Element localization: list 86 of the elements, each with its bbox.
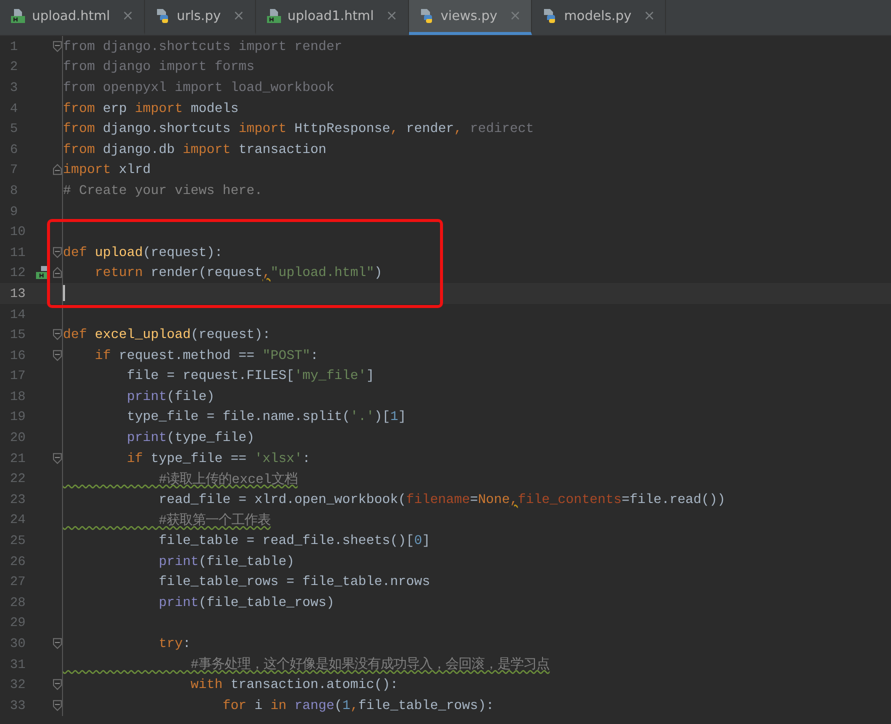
code-line: file = request.FILES['my_file'] [126,368,374,384]
fold-icon[interactable] [53,246,62,258]
line-number: 25 [9,533,27,548]
file-tab[interactable]: models.py × [532,0,666,35]
code-line: from openpyxl import load_workbook [63,80,334,95]
close-icon[interactable]: × [643,8,656,24]
code-line: #事务处理，这个好像是如果没有成功导入，会回滚，是学习点 [190,656,550,674]
line-number: 19 [9,409,27,424]
code-line: return render(request,"upload.html") [94,265,382,280]
line-number: 17 [9,368,27,384]
code-line: for i in range(1,file_table_rows): [222,698,494,713]
code-line: if type_file == 'xlsx': [126,450,310,466]
fold-icon[interactable] [53,329,62,340]
code-line: from django.db import transaction [63,142,326,157]
line-number: 1 [9,38,19,54]
line-number: 12 [9,265,27,280]
fold-icon[interactable] [53,350,62,361]
line-number: 27 [9,574,27,590]
code-line: type_file = file.name.split('.')[1] [126,409,406,424]
code-line: print(file_table_rows) [158,594,334,610]
line-number: 23 [9,492,27,507]
line-number: 11 [9,244,27,260]
line-number: 8 [9,182,19,198]
code-line: read_file = xlrd.open_workbook(filename=None,file_contents=file.read()) [158,492,726,507]
code-line: print(type_file) [126,430,255,446]
line-number: 21 [9,450,27,466]
html-file-icon [266,8,282,24]
file-tab[interactable]: urls.py × [144,0,256,35]
line-number: 24 [9,512,27,528]
line-number: 18 [9,388,27,404]
html-file-icon [10,8,26,24]
line-number: 30 [9,636,27,652]
code-line: file_table_rows = file_table.nrows [158,574,430,590]
fold-icon[interactable] [53,679,62,690]
code-line: import xlrd [63,162,151,178]
code-line: from erp import models [63,100,239,116]
line-number: 14 [9,306,27,322]
code-line: try: [158,636,191,652]
line-number: 5 [9,121,19,136]
code-line: #读取上传的excel文档 [158,470,298,488]
text-cursor [63,285,65,302]
line-number: 20 [9,430,27,446]
code-line: from django import forms [63,59,255,74]
python-file-icon [154,8,171,24]
close-icon[interactable]: × [386,8,398,24]
code-line: print(file_table) [158,554,294,569]
line-number: 4 [9,100,19,116]
line-number: 6 [9,142,19,157]
code-line: def upload(request): [63,244,223,260]
code-line: from django.shortcuts import render [63,38,342,54]
code-line: from django.shortcuts import HttpResponse, render, redirect [63,121,534,136]
html-file-icon[interactable] [36,266,50,280]
code-line: def excel_upload(request): [63,327,270,342]
line-number: 7 [9,162,19,178]
line-number: 10 [9,224,27,240]
line-number: 13 [9,286,27,301]
line-number: 3 [9,80,19,95]
python-file-icon [418,8,435,24]
file-tab[interactable]: views.py × [408,0,532,35]
line-number: 29 [9,615,27,630]
fold-icon[interactable] [53,267,62,278]
line-number: 26 [9,554,27,569]
fold-icon[interactable] [53,164,62,176]
close-icon[interactable]: × [232,8,245,24]
fold-icon[interactable] [53,40,62,52]
line-number: 2 [9,59,19,74]
code-line: if request.method == "POST": [94,348,318,363]
fold-icon[interactable] [53,638,62,650]
code-line: file_table = read_file.sheets()[0] [158,533,430,548]
line-number: 28 [9,594,27,610]
fold-icon[interactable] [53,452,62,464]
code-line: print(file) [126,388,215,404]
code-line: with transaction.atomic(): [190,677,398,692]
line-number: 9 [9,204,19,219]
file-tab[interactable]: upload.html × [0,0,145,35]
code-line: #获取第一个工作表 [158,512,271,529]
fold-icon[interactable] [53,700,62,711]
line-number: 32 [9,677,27,692]
line-number: 33 [9,698,27,713]
close-icon[interactable]: × [122,8,134,24]
code-line: # Create your views here. [63,182,262,198]
line-number: 22 [9,471,27,486]
line-number: 31 [9,656,27,672]
file-tab[interactable]: upload1.html × [256,0,409,35]
line-number: 15 [9,327,27,342]
line-number: 16 [9,348,27,363]
